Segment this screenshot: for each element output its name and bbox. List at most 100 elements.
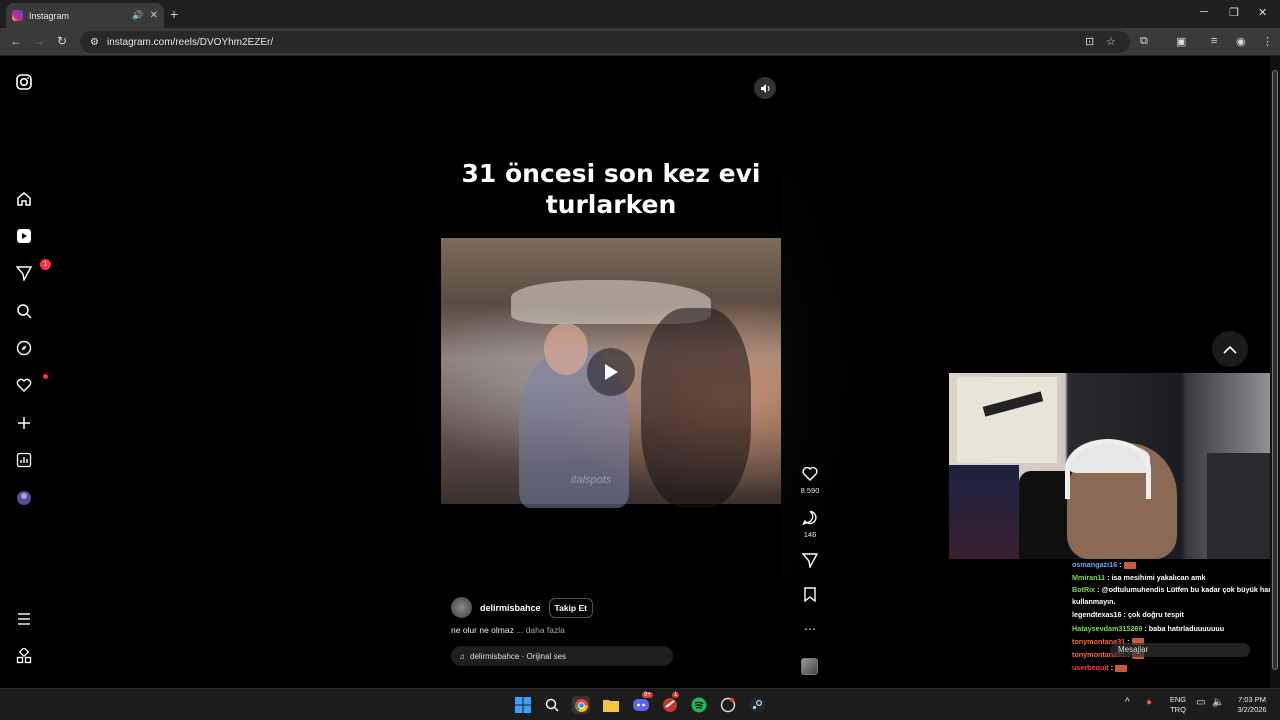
clock-date: 3/2/2026: [1237, 705, 1267, 714]
extensions-icon[interactable]: ⧉: [1140, 35, 1148, 48]
window-close-icon[interactable]: ✕: [1258, 6, 1267, 19]
chat-input[interactable]: Mesajlar: [1110, 643, 1250, 657]
play-button[interactable]: [587, 348, 635, 396]
chrome-icon[interactable]: [572, 696, 590, 714]
chat-username[interactable]: Hataysevdam315269: [1072, 624, 1142, 633]
address-toolbar: ← → ↻ ⚙ instagram.com/reels/DVOYhm2EZEr/…: [0, 28, 1280, 56]
app-icon[interactable]: 1: [661, 692, 680, 714]
chat-username[interactable]: Mmiran11: [1072, 573, 1105, 582]
video-foreground-figure: [641, 308, 751, 508]
share-icon[interactable]: [795, 553, 825, 572]
notifications-heart-icon[interactable]: [14, 374, 48, 395]
audio-thumbnail[interactable]: [801, 658, 818, 675]
language-indicator[interactable]: ENG TRQ: [1168, 695, 1188, 715]
forward-icon[interactable]: →: [33, 34, 45, 48]
taskbar-search-icon[interactable]: [543, 696, 561, 714]
microphone-icon[interactable]: ●: [1146, 698, 1152, 708]
instagram-logo-icon[interactable]: [14, 72, 34, 92]
chat-username[interactable]: osmangazi16: [1072, 560, 1117, 569]
browser-tab[interactable]: Instagram 🔊 ✕: [6, 3, 164, 28]
messages-icon[interactable]: 1: [14, 259, 51, 283]
chat-username[interactable]: BotRix: [1072, 585, 1095, 594]
video-watermark: italspots: [571, 474, 612, 486]
profile-avatar-icon[interactable]: ◉: [1236, 35, 1246, 48]
spotify-icon[interactable]: [690, 696, 708, 714]
side-panel-icon[interactable]: ▣: [1176, 35, 1186, 48]
network-icon[interactable]: ▭: [1196, 698, 1205, 708]
chat-text: isa mesihimi yakalıcan amk: [1111, 573, 1206, 583]
like-button[interactable]: 8.590: [795, 466, 825, 495]
comment-button[interactable]: 146: [795, 510, 825, 539]
minimize-icon[interactable]: ─: [1200, 6, 1208, 18]
chat-separator: :: [1117, 560, 1124, 569]
discord-badge: 9+: [642, 692, 653, 698]
description-text: ne olur ne olmaz: [451, 625, 514, 635]
home-icon[interactable]: [14, 189, 34, 209]
reel-player[interactable]: 31 öncesi son kez evi turlarken italspot…: [441, 70, 781, 676]
like-count: 8.590: [800, 486, 820, 495]
discord-icon[interactable]: 9+: [632, 692, 653, 714]
tab-title: Instagram: [29, 10, 70, 21]
url-bar[interactable]: ⚙ instagram.com/reels/DVOYhm2EZEr/: [80, 31, 1130, 53]
menu-kebab-icon[interactable]: ⋮: [1262, 35, 1273, 48]
more-menu-icon[interactable]: [14, 609, 34, 629]
follow-button[interactable]: Takip Et: [548, 597, 593, 618]
profile-avatar[interactable]: [14, 488, 34, 508]
read-more-link[interactable]: ... daha fazla: [516, 625, 565, 635]
volume-toggle-icon[interactable]: [754, 77, 776, 99]
chat-message: Mmiran11 : isa mesihimi yakalıcan amk: [1072, 571, 1280, 584]
new-tab-button[interactable]: +: [170, 6, 178, 22]
restore-icon[interactable]: ❐: [1229, 6, 1239, 19]
notifications-dot: [43, 374, 48, 379]
media-controls-icon[interactable]: ≡: [1211, 35, 1217, 47]
volume-icon[interactable]: 🔈: [1212, 698, 1224, 708]
app-badge: 1: [672, 692, 680, 698]
chat-username[interactable]: legendtexas16: [1072, 610, 1122, 619]
previous-reel-button[interactable]: [1212, 331, 1248, 367]
clock[interactable]: 7:03 PM 3/2/2026: [1230, 695, 1274, 715]
tray-overflow-icon[interactable]: ^: [1125, 698, 1130, 708]
music-note-icon: ♫: [459, 651, 465, 661]
chat-message: BotRix : @odtulumuhendis Lütfen bu kadar…: [1072, 584, 1280, 608]
lang-top: ENG: [1169, 695, 1187, 704]
chat-message: legendtexas16 : çok doğru tespit: [1072, 608, 1280, 621]
more-options-icon[interactable]: ⋯: [795, 622, 825, 636]
tab-audio-icon[interactable]: 🔊: [132, 10, 143, 21]
create-plus-icon[interactable]: [14, 413, 34, 433]
video-man-head: [544, 323, 588, 375]
save-bookmark-icon[interactable]: [795, 587, 825, 606]
chat-message: Hataysevdam315269 : baba hatırladuuuuuuu: [1072, 622, 1280, 635]
bookmark-star-icon[interactable]: ☆: [1106, 35, 1116, 48]
back-icon[interactable]: ←: [10, 34, 22, 48]
install-app-icon[interactable]: ⊡: [1085, 35, 1094, 48]
search-icon[interactable]: [14, 301, 34, 321]
wall-poster: [957, 377, 1057, 463]
reels-icon[interactable]: [14, 226, 34, 246]
dashboard-icon[interactable]: [14, 450, 34, 470]
clock-time: 7:03 PM: [1238, 695, 1266, 704]
author-avatar[interactable]: [451, 597, 472, 618]
reel-video-frame[interactable]: italspots: [441, 238, 781, 508]
chat-username[interactable]: userbequit: [1072, 663, 1109, 672]
reel-author: delirmisbahce Takip Et: [451, 597, 593, 618]
explore-icon[interactable]: [14, 338, 34, 358]
url-text: instagram.com/reels/DVOYhm2EZEr/: [106, 36, 274, 48]
tab-close-icon[interactable]: ✕: [150, 10, 158, 21]
webcam-overlay: [949, 373, 1280, 559]
steam-icon[interactable]: [748, 696, 766, 714]
audio-pill[interactable]: ♫ delirmisbahce · Orijinal ses: [451, 646, 673, 666]
author-username[interactable]: delirmisbahce: [480, 603, 541, 613]
stream-chat: osmangazi16 : Mmiran11 : isa mesihimi ya…: [1072, 558, 1280, 678]
also-from-meta-icon[interactable]: [14, 646, 34, 666]
chat-message: osmangazi16 :: [1072, 558, 1280, 571]
file-explorer-icon[interactable]: [602, 696, 620, 714]
chat-text: baba hatırladuuuuuuu: [1148, 623, 1225, 633]
site-info-icon[interactable]: ⚙: [90, 37, 99, 48]
system-app-icon[interactable]: [719, 696, 737, 714]
reel-overlay-caption: 31 öncesi son kez evi turlarken: [461, 159, 761, 219]
page-scrollbar[interactable]: [1270, 56, 1280, 688]
windows-start-icon[interactable]: [514, 696, 532, 714]
scrollbar-thumb[interactable]: [1272, 70, 1278, 670]
chat-text: @odtulumuhendis Lütfen bu kadar çok büyü…: [1072, 585, 1274, 607]
reload-icon[interactable]: ↻: [57, 34, 67, 48]
